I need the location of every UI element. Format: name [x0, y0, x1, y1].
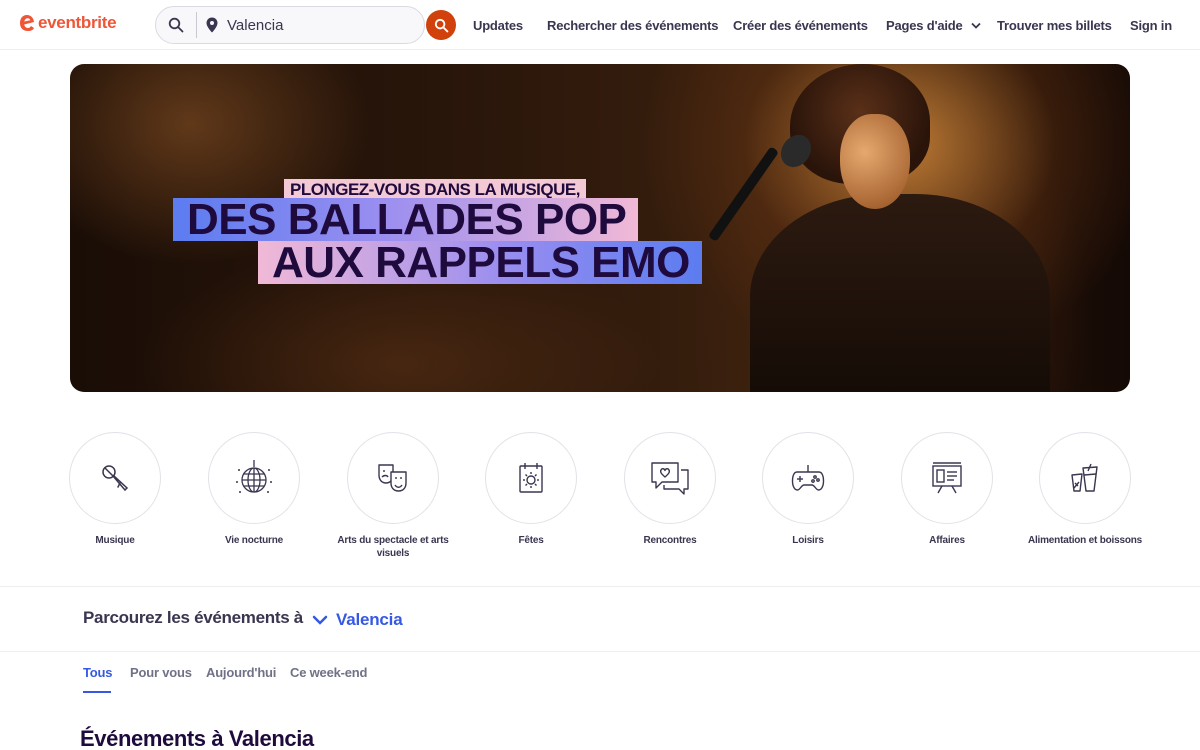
gamepad-icon — [791, 465, 825, 491]
category-circle — [901, 432, 993, 524]
nav-help-label: Pages d'aide — [886, 17, 963, 33]
category-circle — [485, 432, 577, 524]
hero-singer-body — [750, 194, 1050, 392]
nav-updates-label: Updates — [473, 17, 523, 33]
search-icon[interactable] — [156, 6, 196, 44]
theater-masks-icon — [378, 464, 407, 492]
category-musique[interactable]: Musique — [45, 432, 185, 547]
chat-heart-icon — [651, 462, 689, 495]
hero-headline-1: DES BALLADES POP — [173, 198, 639, 242]
location-selector[interactable]: Valencia — [312, 610, 403, 630]
category-label: Vie nocturne — [225, 535, 283, 546]
search-bar[interactable] — [155, 6, 425, 44]
eventbrite-logo[interactable]: eventbrite — [19, 13, 117, 33]
category-circle — [762, 432, 854, 524]
browse-label: Parcourez les événements à — [83, 608, 303, 627]
nav-help-dropdown[interactable]: Pages d'aide — [886, 0, 981, 50]
category-circle — [69, 432, 161, 524]
calendar-sun-icon — [519, 463, 543, 493]
category-circle — [624, 432, 716, 524]
category-fetes[interactable]: Fêtes — [461, 432, 601, 547]
category-label: Arts du spectacle et arts visuels — [337, 535, 449, 559]
logo-text: eventbrite — [38, 13, 117, 32]
hero-mic-stand — [707, 146, 780, 242]
tab-today[interactable]: Aujourd'hui — [206, 665, 276, 680]
hero-headline-2: AUX RAPPELS EMO — [258, 241, 702, 285]
eventbrite-logo-icon — [20, 15, 34, 31]
section-divider — [0, 651, 1200, 652]
category-label: Rencontres — [643, 535, 697, 546]
category-label: Alimentation et boissons — [1027, 535, 1143, 546]
top-header: eventbrite Updates Rechercher des événem… — [0, 0, 1200, 50]
hero-banner[interactable]: PLONGEZ-VOUS DANS LA MUSIQUE, DES BALLAD… — [70, 64, 1130, 392]
nav-updates[interactable]: Updates — [473, 0, 523, 50]
nav-create-events-label: Créer des événements — [733, 17, 868, 33]
drinks-icon — [1071, 463, 1098, 492]
nav-find-tickets[interactable]: Trouver mes billets — [997, 0, 1112, 50]
presentation-icon — [932, 462, 962, 494]
category-loisirs[interactable]: Loisirs — [738, 432, 878, 547]
category-label: Fêtes — [518, 535, 544, 546]
category-circle — [208, 432, 300, 524]
category-rencontres[interactable]: Rencontres — [600, 432, 740, 547]
category-label: Loisirs — [792, 535, 824, 546]
location-input[interactable] — [227, 16, 377, 34]
nav-find-events[interactable]: Rechercher des événements — [547, 0, 719, 50]
category-circle — [1039, 432, 1131, 524]
category-vie-nocturne[interactable]: Vie nocturne — [184, 432, 324, 547]
location-pin-icon — [197, 17, 227, 33]
active-tab-indicator — [83, 691, 111, 693]
chevron-down-icon — [312, 615, 328, 625]
category-alimentation[interactable]: Alimentation et boissons — [1015, 432, 1155, 547]
nav-find-tickets-label: Trouver mes billets — [997, 17, 1112, 33]
microphone-icon — [102, 465, 129, 492]
nav-find-events-label: Rechercher des événements — [547, 17, 719, 33]
disco-ball-icon — [236, 460, 272, 493]
location-selector-value: Valencia — [336, 610, 403, 629]
hero-singer-face — [840, 114, 910, 209]
search-icon — [434, 18, 448, 32]
category-arts[interactable]: Arts du spectacle et arts visuels — [323, 432, 463, 560]
nav-sign-in-label: Sign in — [1130, 17, 1172, 33]
category-label: Musique — [95, 535, 135, 546]
category-affaires[interactable]: Affaires — [877, 432, 1017, 547]
chevron-down-icon — [970, 22, 981, 29]
tab-this-weekend[interactable]: Ce week-end — [290, 665, 367, 680]
tab-for-you[interactable]: Pour vous — [130, 665, 192, 680]
nav-sign-in[interactable]: Sign in — [1130, 0, 1172, 50]
tab-all[interactable]: Tous — [83, 665, 112, 680]
search-submit-button[interactable] — [426, 10, 456, 40]
category-label: Affaires — [929, 535, 965, 546]
section-divider — [0, 586, 1200, 587]
nav-create-events[interactable]: Créer des événements — [733, 0, 868, 50]
category-circle — [347, 432, 439, 524]
events-heading: Événements à Valencia — [80, 726, 314, 750]
